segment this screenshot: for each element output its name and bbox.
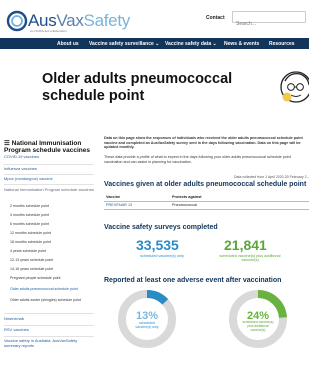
ausvaxsafety-logo[interactable]: AusVaxSafety An NCIRS-led collaboration xyxy=(6,10,130,34)
sidebar-divider xyxy=(4,174,94,175)
intro-bold-text: Data on this page show the responses of … xyxy=(104,136,303,149)
data-collected-note: Data collected from 1 April 2020-30 Febr… xyxy=(234,175,310,179)
sidebar-divider xyxy=(4,164,94,165)
sidebar-subitem-pregnant-people[interactable]: Pregnant people schedule point xyxy=(10,276,92,280)
intro-paragraph-2: These data provide a profile of what to … xyxy=(104,155,291,164)
sidebar-subitem-12-months[interactable]: 12 months schedule point xyxy=(10,231,92,235)
nav-about-us[interactable]: About us xyxy=(57,41,79,47)
vaccines-heading: Vaccines given at older adults pneumococ… xyxy=(104,181,307,188)
donut-plus-additional: 24% scheduled vaccine(s) plus additional… xyxy=(229,290,287,348)
page-title: Older adults pneumococcal schedule point xyxy=(42,71,233,104)
site-header: AusVaxSafety An NCIRS-led collaboration … xyxy=(0,0,309,38)
stat-scheduled-only-label: scheduled vaccine(s) only xyxy=(140,254,184,258)
sidebar-subitem-older-adults-pneumococcal[interactable]: Older adults pneumococcal schedule point xyxy=(10,287,92,291)
sidebar-divider xyxy=(4,313,94,314)
donut-left-label-box: scheduled vaccine(s) only xyxy=(135,321,159,329)
sidebar-subitem-4-years[interactable]: 4 years schedule point xyxy=(10,249,92,253)
intro-paragraph: Data on this page show the responses of … xyxy=(104,136,309,150)
sidebar-subitem-12-13-years[interactable]: 12-13 years schedule point xyxy=(10,258,92,262)
table-header-protects-against: Protects against xyxy=(172,195,202,199)
logo-text-vax: Vax xyxy=(56,11,84,30)
table-cell-protects: Pneumococcal xyxy=(172,203,197,207)
sidebar-divider xyxy=(4,336,94,337)
sidebar-item-nirsevimab[interactable]: Nirsevimab xyxy=(4,316,94,322)
logo-wordmark: AusVaxSafety xyxy=(28,11,130,31)
stat-plus-additional-value: 21,841 xyxy=(224,237,267,253)
sidebar-subitem-4-months[interactable]: 4 months schedule point xyxy=(10,213,92,217)
sidebar-title[interactable]: ☰ National Immunisation Program schedule… xyxy=(4,140,94,154)
sidebar-subitem-14-16-years[interactable]: 14-16 years schedule point xyxy=(10,267,92,271)
sidebar-subitem-older-adults-zoster[interactable]: Older adults zoster (shingles) schedule … xyxy=(10,298,92,302)
sidebar-item-covid-19-vaccines[interactable]: COVID-19 vaccines xyxy=(4,154,94,160)
table-cell-vaccine[interactable]: PREVENAR 13 xyxy=(106,203,132,207)
table-divider xyxy=(104,201,309,202)
sidebar-item-influenza-vaccines[interactable]: Influenza vaccines xyxy=(4,166,94,172)
nav-news-events[interactable]: News & events xyxy=(224,41,259,47)
search-input[interactable] xyxy=(233,19,305,29)
stat-scheduled-only-value: 33,535 xyxy=(136,237,179,253)
nav-vaccine-safety-data[interactable]: Vaccine safety data ⌄ xyxy=(165,41,217,47)
logo-text-aus: Aus xyxy=(28,11,57,30)
contact-link[interactable]: Contact xyxy=(206,15,225,21)
table-divider xyxy=(104,209,309,210)
surveys-heading: Vaccine safety surveys completed xyxy=(104,224,218,231)
donut-left-label: scheduled vaccine(s) only xyxy=(135,321,159,329)
sidebar-divider xyxy=(4,325,94,326)
donut-right-label-box: scheduled vaccine(s) plus additional vac… xyxy=(242,321,274,332)
logo-text-safety: Safety xyxy=(83,11,131,30)
sidebar-divider xyxy=(4,184,94,185)
donut-right-label: scheduled vaccine(s) plus additional vac… xyxy=(242,321,274,332)
stat-plus-additional-label: scheduled vaccine(s) plus additional vac… xyxy=(219,254,281,263)
sidebar-item-summary-reports[interactable]: Vaccine safety in Australia: AusVaxSafet… xyxy=(4,338,94,348)
search-box[interactable] xyxy=(232,11,306,29)
main-nav: About us Vaccine safety surveillance ⌄ V… xyxy=(0,38,309,49)
nav-resources[interactable]: Resources xyxy=(269,41,295,47)
sidebar-item-mpox-vaccine[interactable]: Mpox (monkeypox) vaccine xyxy=(4,176,94,182)
sidebar-item-rsv-vaccines[interactable]: RSV vaccines xyxy=(4,327,94,333)
logo-ring-icon xyxy=(6,10,28,32)
sidebar-subitem-2-months[interactable]: 2 months schedule point xyxy=(10,204,92,208)
sidebar-subitem-6-months[interactable]: 6 months schedule point xyxy=(10,222,92,226)
logo-tagline: An NCIRS-led collaboration xyxy=(30,29,67,33)
nav-vaccine-safety-surveillance[interactable]: Vaccine safety surveillance ⌄ xyxy=(89,41,159,47)
donut-scheduled-only: 13% scheduled vaccine(s) only xyxy=(118,290,176,348)
sidebar-subitem-18-months[interactable]: 18 months schedule point xyxy=(10,240,92,244)
older-adult-illustration-icon xyxy=(280,71,309,103)
hero-banner: Older adults pneumococcal schedule point xyxy=(0,49,309,127)
adverse-event-heading: Reported at least one adverse event afte… xyxy=(104,277,282,284)
table-header-vaccine: Vaccine xyxy=(106,195,121,199)
sidebar-item-nip-schedule-vaccines[interactable]: National Immunisation Program schedule v… xyxy=(4,187,94,193)
